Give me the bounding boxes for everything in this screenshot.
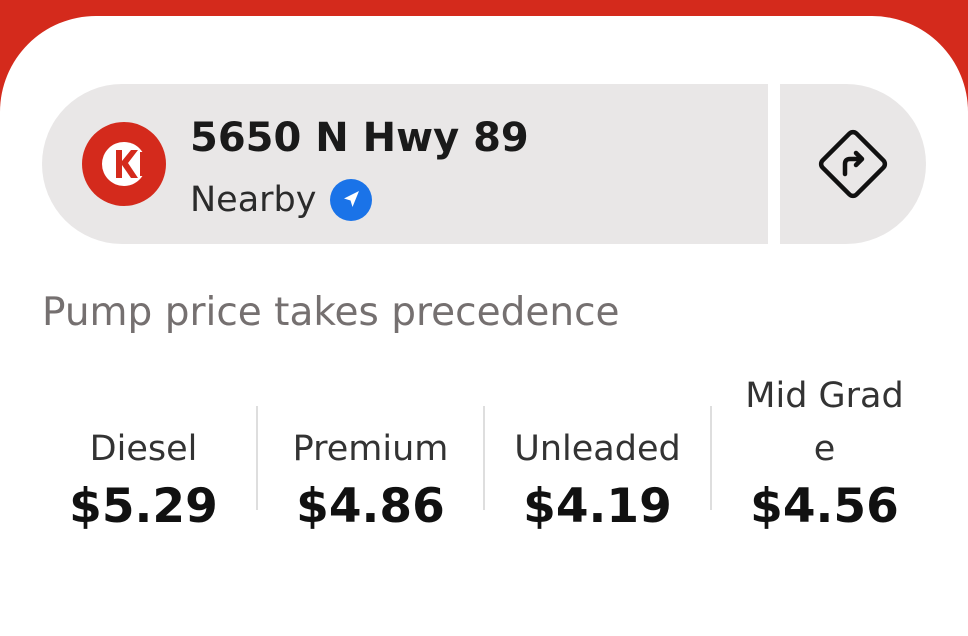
fuel-price: $5.29: [69, 479, 218, 534]
store-address: 5650 N Hwy 89: [190, 115, 529, 161]
fuel-name: Unleaded: [514, 429, 681, 469]
fuel-price-grid: Diesel $5.29 Premium $4.86 Unleaded $4.1…: [30, 366, 938, 546]
fuel-item-unleaded: Unleaded $4.19: [484, 366, 711, 546]
store-info-panel[interactable]: 5650 N Hwy 89 Nearby: [42, 84, 768, 244]
fuel-item-premium: Premium $4.86: [257, 366, 484, 546]
fuel-price: $4.19: [523, 479, 672, 534]
store-card: 5650 N Hwy 89 Nearby: [42, 84, 926, 244]
directions-turn-icon: [818, 129, 888, 199]
station-details-sheet: 5650 N Hwy 89 Nearby Pump price takes pr…: [0, 16, 968, 636]
fuel-price: $4.56: [750, 479, 899, 534]
fuel-name: Diesel: [89, 429, 198, 469]
circle-k-logo-icon: [82, 122, 166, 206]
fuel-name: Mid Grade: [745, 376, 904, 469]
pump-price-notice: Pump price takes precedence: [42, 290, 620, 335]
directions-button[interactable]: [780, 84, 926, 244]
fuel-item-mid-grade: Mid Grade $4.56: [711, 366, 938, 546]
proximity-label: Nearby: [190, 180, 317, 220]
location-arrow-icon: [330, 179, 373, 221]
fuel-item-diesel: Diesel $5.29: [30, 366, 257, 546]
fuel-price: $4.86: [296, 479, 445, 534]
fuel-name: Premium: [292, 429, 449, 469]
proximity-row: Nearby: [190, 178, 373, 222]
